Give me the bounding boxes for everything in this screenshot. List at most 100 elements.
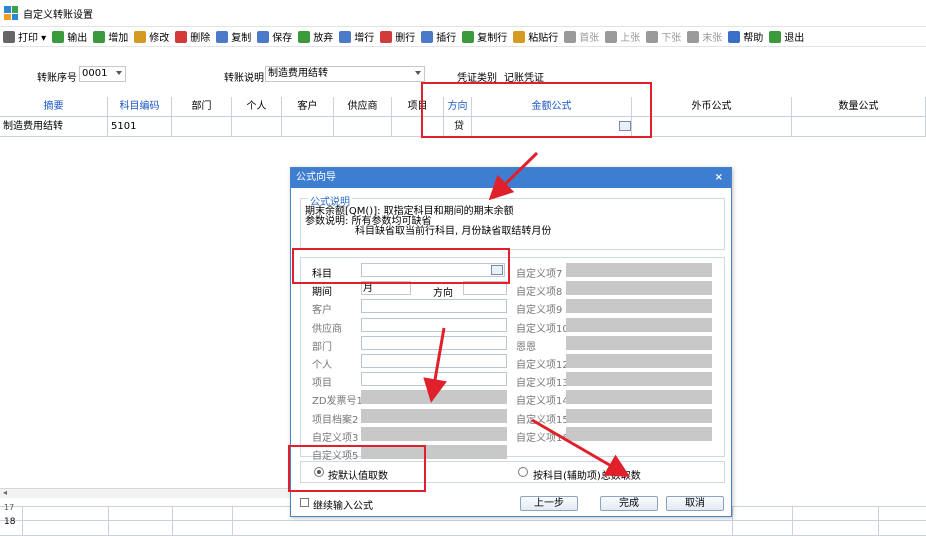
toolbar-help-button[interactable]: 帮助 xyxy=(728,29,763,44)
toolbar-copy-row-button[interactable]: 复制行 xyxy=(462,29,507,44)
formula-description: 公式说明 期末余额[QM()]: 取指定科目和期间的期末余额 参数说明: 所有参… xyxy=(300,193,725,250)
table-cell[interactable] xyxy=(792,117,926,137)
toolbar-last-page-button[interactable]: 末张 xyxy=(687,29,722,44)
param-label: 自定义项3 xyxy=(312,432,359,444)
direction-input[interactable] xyxy=(463,281,507,296)
desc-select[interactable]: 制造费用结转 xyxy=(265,66,425,82)
scroll-left-icon[interactable]: ◂ xyxy=(3,488,7,497)
toolbar-add-row-button[interactable]: 增行 xyxy=(339,29,374,44)
copy-row-icon xyxy=(462,30,475,43)
param-label: 项目 xyxy=(312,378,332,390)
toolbar-paste-row-button[interactable]: 粘贴行 xyxy=(513,29,558,44)
custom-param-input xyxy=(566,335,712,350)
dialog-title-bar: 公式向导 × xyxy=(291,168,731,188)
horizontal-scrollbar[interactable]: ◂ xyxy=(0,488,290,498)
column-header[interactable]: 部门 xyxy=(172,97,232,117)
toolbar-discard-button[interactable]: 放弃 xyxy=(298,29,333,44)
column-header[interactable]: 个人 xyxy=(232,97,282,117)
table-cell[interactable]: 制造费用结转 xyxy=(0,117,108,137)
cancel-button[interactable]: 取消 xyxy=(666,496,724,511)
toolbar-exit-button[interactable]: 退出 xyxy=(769,29,804,44)
toolbar-label: 放弃 xyxy=(313,33,334,44)
param-input[interactable] xyxy=(361,317,507,332)
continue-checkbox[interactable] xyxy=(300,498,309,507)
seq-value: 0001 xyxy=(82,68,108,79)
table-cell[interactable] xyxy=(392,117,444,137)
column-header[interactable]: 摘要 xyxy=(0,97,108,117)
column-header[interactable]: 客户 xyxy=(282,97,334,117)
toolbar-first-page-button[interactable]: 首张 xyxy=(564,29,599,44)
column-header[interactable]: 科目编码 xyxy=(108,97,172,117)
toolbar-delete-row-button[interactable]: 删行 xyxy=(380,29,415,44)
column-header[interactable]: 外币公式 xyxy=(632,97,792,117)
custom-param-input xyxy=(566,372,712,387)
table-cell[interactable] xyxy=(232,117,282,137)
toolbar-label: 上张 xyxy=(620,33,641,44)
seq-select[interactable]: 0001 xyxy=(79,66,126,82)
toolbar-pencil-button[interactable]: 修改 xyxy=(134,29,169,44)
subject-reference-icon[interactable] xyxy=(491,265,503,275)
toolbar-copy-button[interactable]: 复制 xyxy=(216,29,251,44)
fetch-mode-options: 按默认值取数 按科目(辅助项)总数取数 xyxy=(300,461,725,483)
toolbar-next-page-button[interactable]: 下张 xyxy=(646,29,681,44)
close-icon[interactable]: × xyxy=(715,168,723,188)
toolbar: 打印 ▾ 输出 增加 修改 删除 复制 保存 放弃 增行 删行 插行 复制行 粘贴行 首张 上张 下张 末张 帮助… xyxy=(0,27,926,47)
table-cell[interactable] xyxy=(472,117,632,137)
column-header[interactable]: 数量公式 xyxy=(792,97,926,117)
toolbar-printer-button[interactable]: 打印 ▾ xyxy=(3,29,46,44)
param-input[interactable] xyxy=(361,372,507,387)
radio-aux-total[interactable] xyxy=(518,467,528,477)
add-row-icon xyxy=(339,30,352,43)
param-input xyxy=(361,390,507,405)
toolbar-label: 删除 xyxy=(190,33,211,44)
subject-input[interactable] xyxy=(361,263,505,277)
help-icon xyxy=(728,30,741,43)
custom-param-input xyxy=(566,354,712,368)
table-cell[interactable] xyxy=(334,117,392,137)
column-header[interactable]: 供应商 xyxy=(334,97,392,117)
last-page-icon xyxy=(687,30,700,43)
custom-param-label: 自定义项12 xyxy=(516,360,569,371)
prev-page-icon xyxy=(605,30,618,43)
column-header[interactable]: 金额公式 xyxy=(472,97,632,117)
param-input[interactable] xyxy=(361,335,507,350)
custom-param-input xyxy=(566,299,712,314)
desc-value: 制造费用结转 xyxy=(268,68,328,79)
param-input[interactable] xyxy=(361,299,507,314)
paste-row-icon xyxy=(513,30,526,43)
custom-param-input xyxy=(566,426,712,441)
custom-param-label: 自定义项13 xyxy=(516,378,569,390)
toolbar-export-button[interactable]: 输出 xyxy=(52,29,87,44)
toolbar-label: 复制 xyxy=(231,33,252,44)
prev-button[interactable]: 上一步 xyxy=(520,496,578,511)
toolbar-save-button[interactable]: 保存 xyxy=(257,29,292,44)
table-cell[interactable]: 贷 xyxy=(444,117,472,137)
table-cell[interactable] xyxy=(172,117,232,137)
table-cell[interactable]: 5101 xyxy=(108,117,172,137)
toolbar-insert-row-button[interactable]: 插行 xyxy=(421,29,456,44)
first-page-icon xyxy=(564,30,577,43)
toolbar-add-button[interactable]: 增加 xyxy=(93,29,128,44)
toolbar-label: 复制行 xyxy=(477,33,508,44)
param-label: 自定义项5 xyxy=(312,451,359,462)
period-value: 月 xyxy=(363,283,373,295)
toolbar-label: 插行 xyxy=(436,33,457,44)
toolbar-prev-page-button[interactable]: 上张 xyxy=(605,29,640,44)
table-cell[interactable] xyxy=(282,117,334,137)
description-line: 科目缺省取当前行科目, 月份缺省取结转月份 xyxy=(355,226,552,237)
custom-param-input xyxy=(566,408,712,423)
toolbar-label: 打印 ▾ xyxy=(18,33,47,44)
custom-param-input xyxy=(566,317,712,332)
formula-reference-icon[interactable] xyxy=(619,121,631,131)
toolbar-delete-button[interactable]: 删除 xyxy=(175,29,210,44)
toolbar-label: 增加 xyxy=(108,33,129,44)
param-input[interactable] xyxy=(361,354,507,368)
finish-button[interactable]: 完成 xyxy=(600,496,658,511)
column-header[interactable]: 方向 xyxy=(444,97,472,117)
column-header[interactable]: 项目 xyxy=(392,97,444,117)
radio-default[interactable] xyxy=(314,467,324,477)
param-label: 个人 xyxy=(312,360,332,371)
table-cell[interactable] xyxy=(632,117,792,137)
app-logo-icon xyxy=(4,6,18,20)
custom-param-label: 自定义项15 xyxy=(516,414,569,426)
